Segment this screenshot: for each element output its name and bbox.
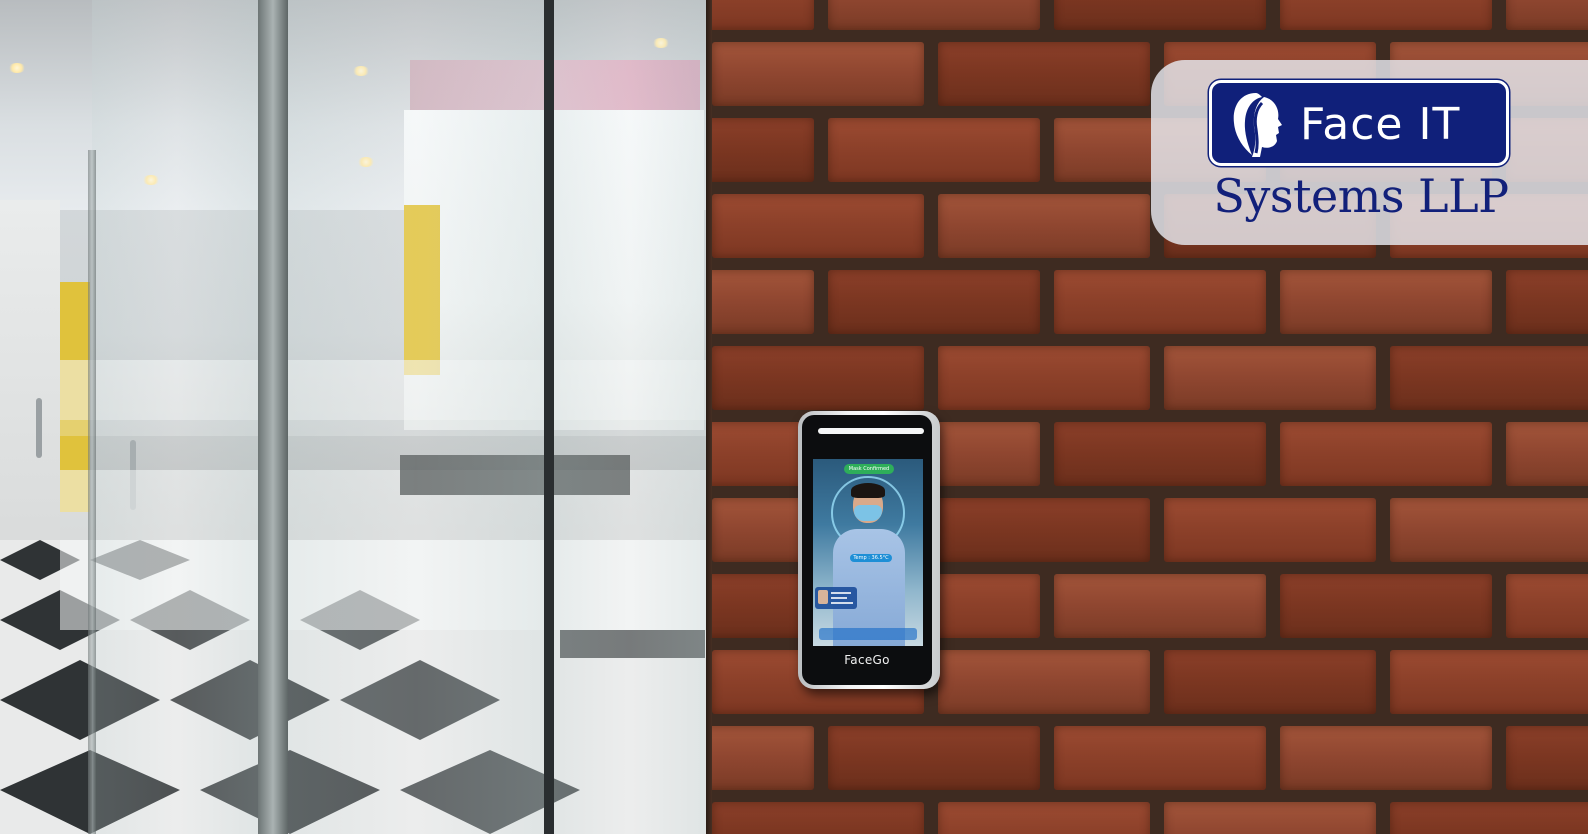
brick xyxy=(712,802,924,834)
brick xyxy=(1506,422,1588,486)
brick xyxy=(828,0,1040,30)
brick xyxy=(1164,498,1376,562)
face-profile-icon xyxy=(1233,93,1282,157)
brick xyxy=(828,118,1040,182)
user-thumbnail xyxy=(818,590,828,604)
brick xyxy=(1164,802,1376,834)
sensor-light-bar xyxy=(818,428,924,434)
brick xyxy=(938,650,1150,714)
brick xyxy=(1390,346,1588,410)
door-handle xyxy=(36,398,42,458)
brick xyxy=(938,42,1150,106)
brick xyxy=(1390,498,1588,562)
brick xyxy=(828,726,1040,790)
logo-subtitle: Systems LLP xyxy=(1213,169,1509,223)
logo-badge: Face IT xyxy=(1209,80,1509,166)
brick xyxy=(1280,726,1492,790)
ceiling-light xyxy=(8,63,26,73)
brick xyxy=(1164,346,1376,410)
person-hair xyxy=(851,483,885,498)
brick xyxy=(938,802,1150,834)
brick xyxy=(712,42,924,106)
brick xyxy=(1506,726,1588,790)
mask-status-badge: Mask Confirmed xyxy=(844,464,894,474)
brick xyxy=(1280,270,1492,334)
brick xyxy=(828,270,1040,334)
info-line xyxy=(831,592,851,594)
brick xyxy=(1280,574,1492,638)
brick xyxy=(1506,270,1588,334)
glass-frame xyxy=(258,0,288,834)
brick xyxy=(1280,0,1492,30)
device-screen: Mask Confirmed Temp : 36.5°C xyxy=(813,459,923,646)
logo-wordmark: Face IT xyxy=(1300,99,1461,150)
brick xyxy=(712,0,814,30)
info-line xyxy=(831,602,853,604)
brick xyxy=(1390,802,1588,834)
glass-panel xyxy=(285,0,547,834)
glass-frame xyxy=(544,0,554,834)
facego-terminal: Mask Confirmed Temp : 36.5°C FaceGo xyxy=(798,411,940,689)
face-mask xyxy=(854,505,882,521)
brick xyxy=(712,346,924,410)
photo-scene: Face IT Systems LLP Mask Confirmed Temp … xyxy=(0,0,1588,834)
glass-panel xyxy=(552,0,708,834)
device-bezel: Mask Confirmed Temp : 36.5°C FaceGo xyxy=(802,415,932,685)
screen-bottom-bar xyxy=(819,628,917,640)
info-line xyxy=(831,597,847,599)
side-wall xyxy=(0,200,60,550)
brick xyxy=(938,498,1150,562)
brick xyxy=(1506,574,1588,638)
brick xyxy=(1164,650,1376,714)
brick xyxy=(1280,422,1492,486)
temperature-tag: Temp : 36.5°C xyxy=(850,554,892,562)
brick xyxy=(712,726,814,790)
brick xyxy=(712,118,814,182)
glass-panel xyxy=(92,0,262,834)
user-info-card xyxy=(815,587,857,609)
brick xyxy=(1054,422,1266,486)
brick xyxy=(1054,574,1266,638)
brick xyxy=(1390,650,1588,714)
brick xyxy=(1054,0,1266,30)
brick xyxy=(938,346,1150,410)
brick xyxy=(1054,270,1266,334)
brick xyxy=(938,194,1150,258)
office-corridor xyxy=(0,0,712,834)
brick xyxy=(1054,726,1266,790)
glass-frame xyxy=(88,150,96,834)
device-brand: FaceGo xyxy=(844,653,890,667)
brick xyxy=(1506,0,1588,30)
brick xyxy=(712,270,814,334)
brick xyxy=(712,194,924,258)
